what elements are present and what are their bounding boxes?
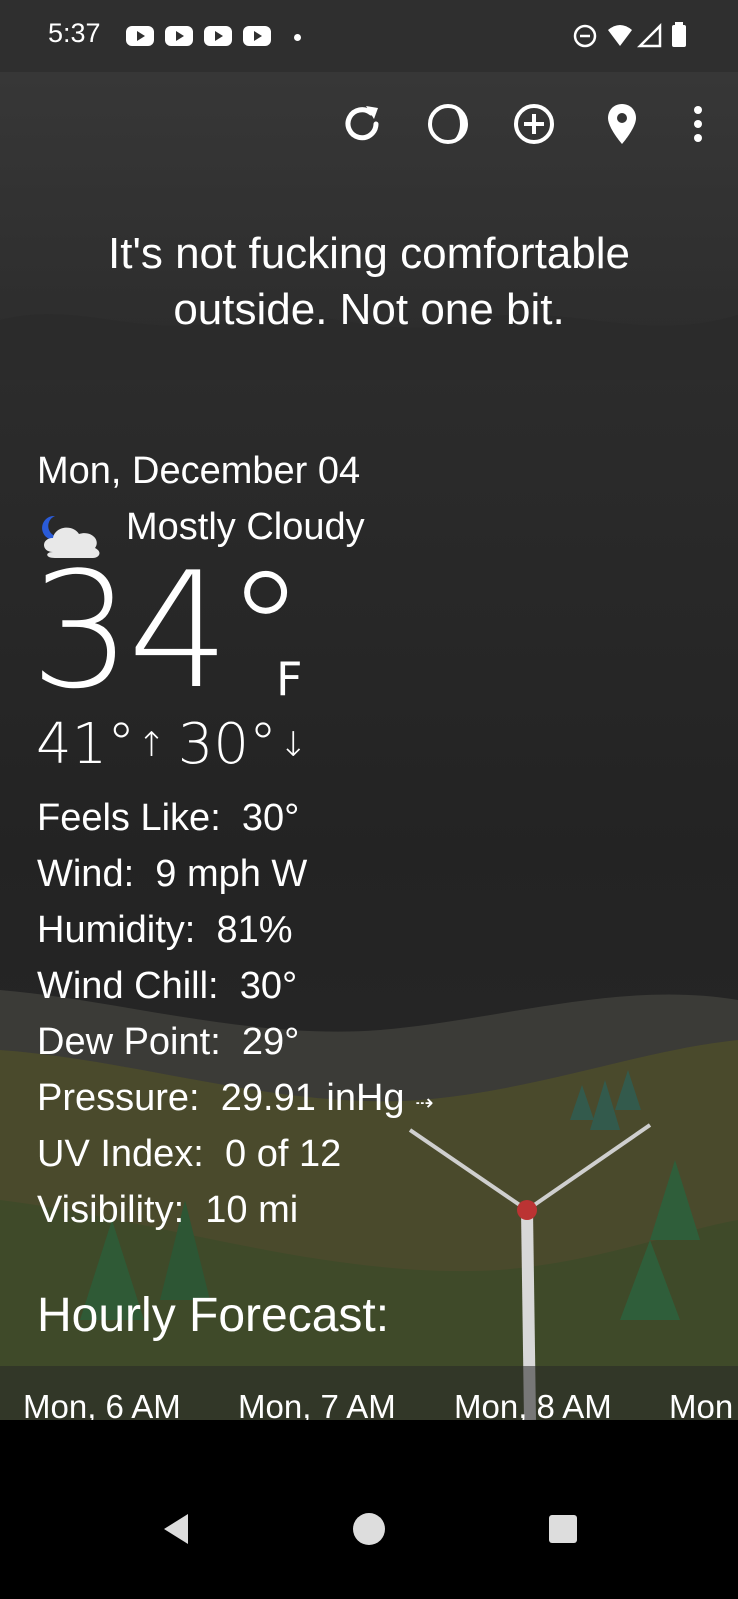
detail-humidity: Humidity: 81%	[37, 909, 293, 951]
detail-uv-index: UV Index: 0 of 12	[37, 1133, 342, 1175]
snarky-quote: It's not fucking comfortable outside. No…	[108, 229, 630, 334]
detail-feels-like: Feels Like: 30°	[37, 797, 300, 839]
detail-visibility: Visibility: 10 mi	[37, 1189, 299, 1231]
temperature-unit: F	[276, 652, 303, 706]
status-bar: 5:37	[0, 0, 738, 72]
moon-phase-icon[interactable]	[424, 100, 472, 148]
youtube-notification-icon	[126, 26, 154, 46]
recents-icon[interactable]	[548, 1514, 578, 1544]
status-time: 5:37	[48, 18, 101, 48]
high-low: 41° ↑ 30° ↓	[36, 712, 320, 777]
arrow-up-icon: ↑	[137, 724, 166, 765]
dnd-icon	[573, 24, 597, 48]
weather-screen: 5:37 It's not fucking comfortable outsid…	[0, 0, 738, 1420]
hourly-item[interactable]: Mon, 7 AM	[238, 1388, 396, 1420]
more-vert-icon[interactable]	[680, 100, 716, 148]
youtube-notification-icon	[165, 26, 193, 46]
hourly-item[interactable]: Mon, 8 AM	[454, 1388, 612, 1420]
hourly-item[interactable]: Mon, 6 AM	[23, 1388, 181, 1420]
high-temperature: 41°	[36, 712, 136, 777]
location-pin-icon[interactable]	[598, 100, 646, 148]
more-notifications-dot-icon	[294, 34, 301, 41]
detail-pressure: Pressure: 29.91 inHg ⇢	[37, 1077, 434, 1119]
home-icon[interactable]	[352, 1512, 386, 1546]
refresh-icon[interactable]	[338, 100, 386, 148]
detail-wind: Wind: 9 mph W	[37, 853, 308, 895]
wifi-icon	[608, 25, 632, 46]
current-temperature: 34°	[30, 537, 306, 724]
youtube-notification-icon	[243, 26, 271, 46]
detail-wind-chill: Wind Chill: 30°	[37, 965, 298, 1007]
navigation-bar	[0, 1420, 738, 1599]
battery-icon	[672, 22, 686, 47]
pressure-steady-arrow-icon: ⇢	[415, 1090, 434, 1115]
current-date: Mon, December 04	[37, 450, 361, 492]
hourly-forecast-title: Hourly Forecast:	[37, 1289, 390, 1342]
low-temperature: 30°	[177, 712, 278, 777]
signal-icon	[636, 22, 662, 48]
youtube-notification-icon	[204, 26, 232, 46]
arrow-down-icon: ↓	[279, 724, 308, 765]
hourly-item[interactable]: Mon	[669, 1388, 733, 1420]
add-location-icon[interactable]	[510, 100, 558, 148]
detail-dew-point: Dew Point: 29°	[37, 1021, 300, 1063]
back-icon[interactable]	[160, 1512, 192, 1546]
